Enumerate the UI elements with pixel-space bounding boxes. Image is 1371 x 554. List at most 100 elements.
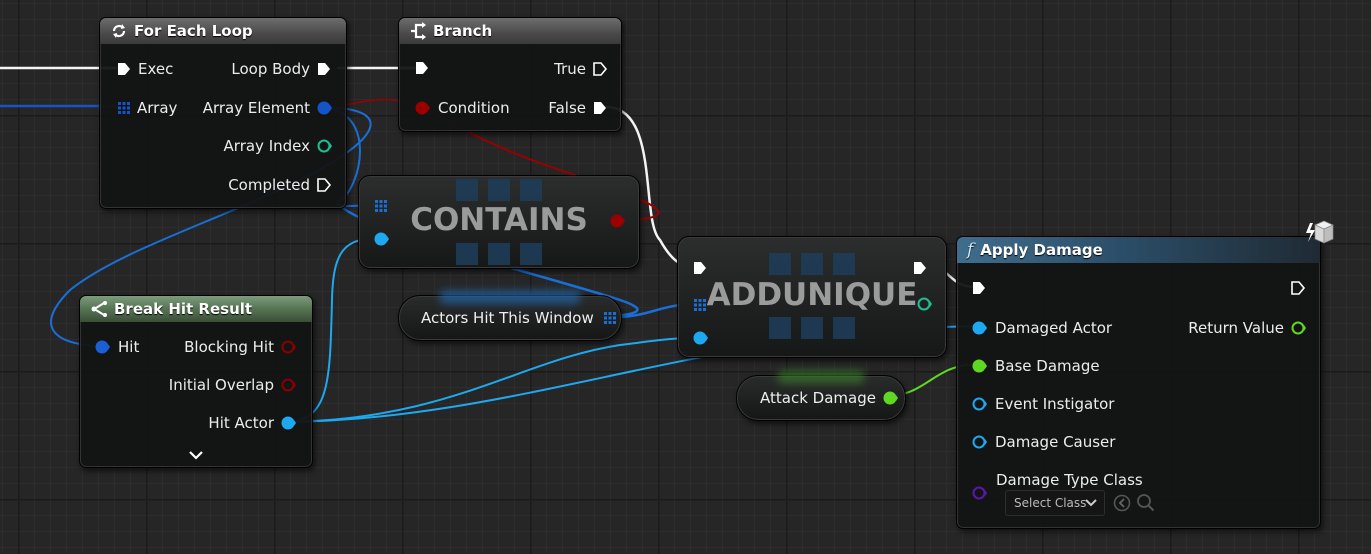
break-struct-icon <box>90 300 108 318</box>
actors-hit-this-window-label: Actors Hit This Window <box>421 309 594 327</box>
array-element-pin-row[interactable]: Array Element <box>203 99 332 117</box>
for-each-loop-node[interactable]: For Each Loop Exec Array Loop Body Array… <box>99 17 347 209</box>
branch-exec-in-pin-row[interactable] <box>414 60 430 76</box>
apply-exec-out-pin-row[interactable] <box>1290 280 1306 296</box>
addunique-deco <box>801 317 823 339</box>
loop-body-label: Loop Body <box>231 60 310 78</box>
hit-actor-pin[interactable] <box>280 415 296 431</box>
condition-pin[interactable] <box>414 100 430 116</box>
addunique-deco <box>833 317 855 339</box>
addunique-node[interactable]: ADDUNIQUE <box>677 236 947 358</box>
array-in-pin[interactable] <box>116 100 132 116</box>
exec-in-pin-row[interactable]: Exec <box>116 60 173 78</box>
addunique-array-pin[interactable] <box>692 297 708 313</box>
return-value-pin-row[interactable]: Return Value <box>1188 319 1306 337</box>
contains-deco <box>456 243 478 265</box>
array-element-pin[interactable] <box>316 100 332 116</box>
base-damage-pin[interactable] <box>971 358 987 374</box>
hit-pin-row[interactable]: Hit <box>94 338 139 356</box>
initial-overlap-pin[interactable] <box>280 377 296 393</box>
chevron-down-icon[interactable] <box>188 446 204 465</box>
hit-pin[interactable] <box>94 339 110 355</box>
blocking-hit-label: Blocking Hit <box>184 338 274 356</box>
array-index-label: Array Index <box>223 137 310 155</box>
array-index-pin[interactable] <box>316 138 332 154</box>
contains-item-pin[interactable] <box>373 231 389 247</box>
array-in-pin-row[interactable]: Array <box>116 99 177 117</box>
damage-causer-pin-row[interactable]: Damage Causer <box>971 433 1115 451</box>
break-hit-result-node[interactable]: Break Hit Result Hit Blocking Hit Initia… <box>79 295 313 468</box>
contains-title: CONTAINS <box>410 202 588 238</box>
damage-type-class-pin[interactable] <box>971 485 987 501</box>
addunique-exec-in-pin[interactable] <box>692 260 708 276</box>
addunique-deco <box>769 317 791 339</box>
damaged-actor-pin[interactable] <box>971 320 987 336</box>
condition-label: Condition <box>438 99 510 117</box>
hit-actor-pin-row[interactable]: Hit Actor <box>208 414 296 432</box>
blocking-hit-pin[interactable] <box>280 339 296 355</box>
base-damage-pin-row[interactable]: Base Damage <box>971 357 1100 375</box>
true-pin-row[interactable]: True <box>554 60 608 78</box>
apply-exec-out-pin[interactable] <box>1290 280 1306 296</box>
loop-icon <box>110 22 128 40</box>
branch-title: Branch <box>433 22 493 40</box>
select-class-value: Select Class <box>1014 496 1087 510</box>
apply-exec-in-pin[interactable] <box>971 280 987 296</box>
use-selected-asset-icon[interactable] <box>1113 494 1131 516</box>
addunique-item-pin[interactable] <box>692 330 708 346</box>
return-value-pin[interactable] <box>1290 320 1306 336</box>
completed-pin[interactable] <box>316 177 332 193</box>
false-pin[interactable] <box>592 100 608 116</box>
contains-deco <box>488 179 510 201</box>
apply-damage-header[interactable]: f Apply Damage <box>957 237 1320 263</box>
attack-damage-variable[interactable]: Attack Damage <box>736 370 906 421</box>
damage-causer-pin[interactable] <box>971 434 987 450</box>
false-pin-row[interactable]: False <box>548 99 608 117</box>
branch-exec-in-pin[interactable] <box>414 60 430 76</box>
contains-array-pin[interactable] <box>373 198 389 214</box>
variable-glow <box>439 290 581 304</box>
break-hit-result-title: Break Hit Result <box>114 300 253 318</box>
true-label: True <box>554 60 586 78</box>
contains-deco <box>520 243 542 265</box>
loop-body-pin[interactable] <box>316 61 332 77</box>
base-damage-label: Base Damage <box>995 357 1100 375</box>
return-value-label: Return Value <box>1188 319 1284 337</box>
branch-node[interactable]: Branch Condition True False <box>398 17 622 132</box>
apply-damage-node[interactable]: f Apply Damage Damaged Actor Return Valu… <box>956 220 1334 529</box>
apply-exec-in-pin-row[interactable] <box>971 280 987 296</box>
hit-actor-label: Hit Actor <box>208 414 274 432</box>
attack-damage-pin[interactable] <box>882 390 898 406</box>
damage-causer-label: Damage Causer <box>995 433 1116 451</box>
variable-glow <box>777 370 865 384</box>
loop-body-pin-row[interactable]: Loop Body <box>231 60 332 78</box>
blocking-hit-pin-row[interactable]: Blocking Hit <box>184 338 296 356</box>
contains-node[interactable]: CONTAINS <box>358 175 640 269</box>
true-pin[interactable] <box>592 61 608 77</box>
initial-overlap-pin-row[interactable]: Initial Overlap <box>169 376 296 394</box>
addunique-exec-out-pin[interactable] <box>912 260 928 276</box>
break-hit-result-header[interactable]: Break Hit Result <box>80 296 312 322</box>
branch-header[interactable]: Branch <box>399 18 621 44</box>
actors-hit-array-pin[interactable] <box>602 310 618 326</box>
completed-pin-row[interactable]: Completed <box>228 176 332 194</box>
actors-hit-this-window-variable[interactable]: Actors Hit This Window <box>398 290 622 341</box>
event-instigator-pin-row[interactable]: Event Instigator <box>971 395 1114 413</box>
select-class-dropdown[interactable]: Select Class <box>1005 490 1105 516</box>
for-each-loop-header[interactable]: For Each Loop <box>100 18 346 44</box>
exec-in-pin[interactable] <box>116 61 132 77</box>
browse-search-icon[interactable] <box>1136 493 1155 516</box>
initial-overlap-label: Initial Overlap <box>168 376 274 394</box>
addunique-title: ADDUNIQUE <box>706 277 918 313</box>
branch-icon <box>409 22 427 40</box>
chevron-down-icon <box>1085 497 1097 511</box>
damaged-actor-pin-row[interactable]: Damaged Actor <box>971 319 1112 337</box>
damage-type-class-label-row: Damage Type Class <box>996 471 1143 489</box>
contains-result-pin[interactable] <box>609 213 625 229</box>
condition-pin-row[interactable]: Condition <box>414 99 510 117</box>
event-instigator-pin[interactable] <box>971 396 987 412</box>
contains-deco <box>488 243 510 265</box>
array-index-pin-row[interactable]: Array Index <box>224 137 332 155</box>
damage-type-class-label: Damage Type Class <box>996 471 1143 489</box>
addunique-index-pin[interactable] <box>916 296 932 312</box>
